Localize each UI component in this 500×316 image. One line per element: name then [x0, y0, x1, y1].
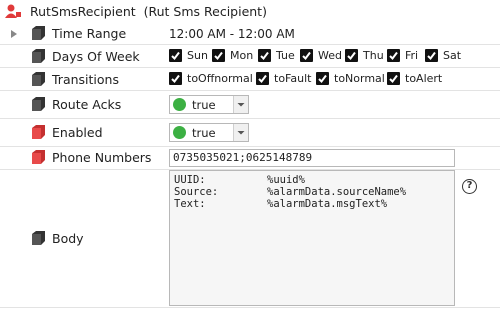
- body-line-value: %uuid%: [267, 174, 305, 186]
- true-status-dot-icon: [173, 126, 186, 139]
- property-label: Route Acks: [52, 97, 122, 112]
- checkbox-mon[interactable]: [212, 49, 225, 62]
- property-sheet-header: RutSmsRecipient (Rut Sms Recipient): [0, 0, 500, 22]
- property-label: Days Of Week: [52, 49, 140, 64]
- body-line-key: Text:: [174, 198, 206, 210]
- property-row-enabled: Enabled true: [0, 119, 500, 147]
- true-status-dot-icon: [173, 98, 186, 111]
- checkbox-wed[interactable]: [300, 49, 313, 62]
- checkbox-to-offnormal[interactable]: [169, 72, 182, 85]
- transition-label: toAlert: [405, 72, 443, 85]
- body-line-key: Source:: [174, 186, 219, 198]
- dropdown-button[interactable]: [233, 124, 248, 141]
- day-label: Tue: [276, 49, 295, 62]
- day-label: Sun: [187, 49, 208, 62]
- body-line-key: UUID:: [174, 174, 206, 186]
- help-icon[interactable]: ?: [462, 179, 477, 194]
- transition-label: toFault: [274, 72, 312, 85]
- checkbox-fri[interactable]: [387, 49, 400, 62]
- chevron-down-icon: [237, 131, 245, 135]
- checkbox-to-normal[interactable]: [316, 72, 329, 85]
- dropdown-button[interactable]: [233, 96, 248, 113]
- transition-label: toOffnormal: [187, 72, 253, 85]
- property-row-time-range: Time Range 12:00 AM - 12:00 AM: [0, 23, 500, 45]
- property-row-days-of-week: Days Of Week Sun Mon Tue Wed Thu Fri Sat: [0, 45, 500, 68]
- component-name: RutSmsRecipient: [30, 4, 136, 19]
- day-label: Mon: [230, 49, 254, 62]
- recipient-person-icon: [5, 4, 21, 18]
- component-type: (Rut Sms Recipient): [143, 4, 267, 19]
- day-label: Wed: [318, 49, 342, 62]
- slot-cube-icon: [32, 231, 45, 245]
- property-row-body: Body UUID: %uuid% Source: %alarmData.sou…: [0, 170, 500, 308]
- property-label: Phone Numbers: [52, 150, 152, 165]
- property-row-phone-numbers: Phone Numbers 0735035021;0625148789: [0, 147, 500, 170]
- dropdown-value: true: [192, 126, 216, 140]
- transition-label: toNormal: [334, 72, 385, 85]
- dropdown-value: true: [192, 98, 216, 112]
- slot-cube-icon: [32, 26, 45, 40]
- day-label: Thu: [363, 49, 384, 62]
- slot-cube-red-icon: [32, 125, 45, 139]
- checkbox-thu[interactable]: [345, 49, 358, 62]
- route-acks-dropdown[interactable]: true: [169, 95, 249, 114]
- slot-cube-icon: [32, 97, 45, 111]
- property-row-route-acks: Route Acks true: [0, 91, 500, 119]
- property-label: Enabled: [52, 125, 103, 140]
- checkbox-sat[interactable]: [425, 49, 438, 62]
- phone-numbers-input[interactable]: 0735035021;0625148789: [169, 149, 455, 167]
- property-row-transitions: Transitions toOffnormal toFault toNormal…: [0, 68, 500, 91]
- slot-cube-icon: [32, 72, 45, 86]
- expand-arrow-icon[interactable]: [10, 30, 18, 38]
- slot-cube-red-icon: [32, 150, 45, 164]
- body-textarea[interactable]: UUID: %uuid% Source: %alarmData.sourceNa…: [169, 170, 455, 306]
- property-label: Body: [52, 231, 84, 246]
- day-label: Sat: [443, 49, 462, 62]
- slot-cube-icon: [32, 49, 45, 63]
- chevron-down-icon: [237, 103, 245, 107]
- checkbox-to-fault[interactable]: [256, 72, 269, 85]
- checkbox-to-alert[interactable]: [387, 72, 400, 85]
- property-label: Time Range: [52, 26, 127, 41]
- property-label: Transitions: [52, 72, 119, 87]
- body-line-value: %alarmData.msgText%: [267, 198, 388, 210]
- day-label: Fri: [405, 49, 419, 62]
- checkbox-sun[interactable]: [169, 49, 182, 62]
- checkbox-tue[interactable]: [258, 49, 271, 62]
- time-range-value[interactable]: 12:00 AM - 12:00 AM: [169, 27, 295, 41]
- component-title: RutSmsRecipient (Rut Sms Recipient): [30, 4, 267, 19]
- body-line-value: %alarmData.sourceName%: [267, 186, 407, 198]
- enabled-dropdown[interactable]: true: [169, 123, 249, 142]
